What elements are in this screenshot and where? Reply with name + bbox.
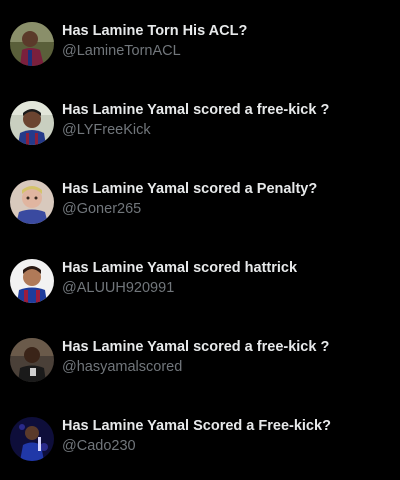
avatar[interactable] <box>10 101 54 145</box>
avatar[interactable] <box>10 417 54 461</box>
account-handle[interactable]: @Goner265 <box>62 200 141 218</box>
account-row[interactable]: Has Lamine Yamal scored a Penalty? @Gone… <box>0 180 400 240</box>
account-handle[interactable]: @Cado230 <box>62 437 136 455</box>
account-list: Has Lamine Torn His ACL? @LamineTornACL … <box>0 0 400 480</box>
account-name[interactable]: Has Lamine Yamal scored a free-kick ? <box>62 101 329 119</box>
account-name[interactable]: Has Lamine Torn His ACL? <box>62 22 247 40</box>
account-row[interactable]: Has Lamine Yamal scored a free-kick ? @h… <box>0 338 400 398</box>
account-name[interactable]: Has Lamine Yamal Scored a Free-kick? <box>62 417 331 435</box>
avatar[interactable] <box>10 338 54 382</box>
account-row[interactable]: Has Lamine Yamal scored a free-kick ? @L… <box>0 101 400 161</box>
avatar-photo-icon <box>10 338 54 382</box>
account-handle[interactable]: @ALUUH920991 <box>62 279 174 297</box>
avatar[interactable] <box>10 180 54 224</box>
account-handle[interactable]: @LYFreeKick <box>62 121 151 139</box>
account-handle[interactable]: @LamineTornACL <box>62 42 181 60</box>
avatar-photo-icon <box>10 101 54 145</box>
avatar[interactable] <box>10 259 54 303</box>
account-handle[interactable]: @hasyamalscored <box>62 358 182 376</box>
account-row[interactable]: Has Lamine Yamal Scored a Free-kick? @Ca… <box>0 417 400 477</box>
avatar-photo-icon <box>10 259 54 303</box>
avatar-photo-icon <box>10 417 54 461</box>
avatar-photo-icon <box>10 22 54 66</box>
avatar-photo-icon <box>10 180 54 224</box>
account-name[interactable]: Has Lamine Yamal scored hattrick <box>62 259 297 277</box>
avatar[interactable] <box>10 22 54 66</box>
account-name[interactable]: Has Lamine Yamal scored a Penalty? <box>62 180 317 198</box>
account-row[interactable]: Has Lamine Yamal scored hattrick @ALUUH9… <box>0 259 400 319</box>
account-row[interactable]: Has Lamine Torn His ACL? @LamineTornACL <box>0 22 400 82</box>
account-name[interactable]: Has Lamine Yamal scored a free-kick ? <box>62 338 329 356</box>
